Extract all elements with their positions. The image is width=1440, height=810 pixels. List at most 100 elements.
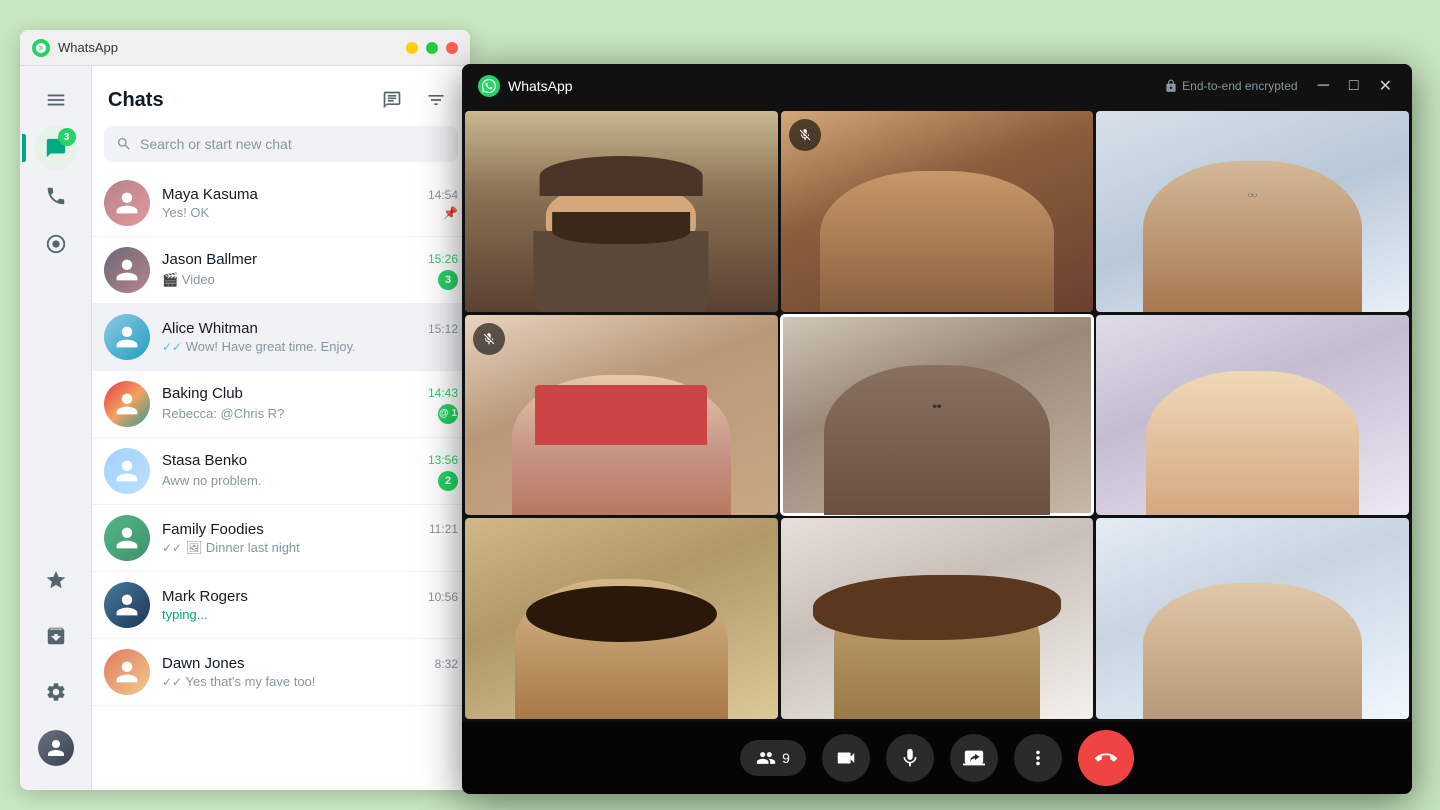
chat-list: Maya Kasuma 14:54 Yes! OK 📌 Jason Ball — [92, 170, 470, 790]
chat-info-dawn: Dawn Jones 8:32 ✓✓ Yes that's my fave to… — [162, 655, 458, 689]
more-options-button[interactable] — [1014, 734, 1062, 782]
maximize-dot[interactable] — [426, 42, 438, 54]
chat-time-family: 11:21 — [429, 522, 458, 536]
video-grid: 👓 🕶 — [462, 108, 1412, 722]
chat-time-baking: 14:43 — [428, 386, 458, 400]
chat-info-mark: Mark Rogers 10:56 typing... — [162, 588, 458, 622]
chat-preview-family: ✓✓ 🖼 Dinner last night — [162, 540, 458, 556]
chat-item-dawn[interactable]: Dawn Jones 8:32 ✓✓ Yes that's my fave to… — [92, 639, 470, 706]
unread-badge-baking: @ 1 — [438, 404, 458, 424]
chat-item-stasa[interactable]: Stasa Benko 13:56 Aww no problem. 2 — [92, 438, 470, 505]
chat-item-alice[interactable]: Alice Whitman 15:12 ✓✓ Wow! Have great t… — [92, 304, 470, 371]
sidebar: 3 — [20, 66, 92, 790]
unread-badge-jason: 3 — [438, 270, 458, 290]
video-cell-9 — [1096, 518, 1409, 719]
chat-info-stasa: Stasa Benko 13:56 Aww no problem. 2 — [162, 452, 458, 491]
new-chat-button[interactable] — [374, 82, 410, 118]
screen-share-button[interactable] — [950, 734, 998, 782]
sidebar-item-starred[interactable] — [34, 558, 78, 602]
sidebar-item-calls[interactable] — [34, 174, 78, 218]
chat-name-maya: Maya Kasuma — [162, 186, 258, 203]
search-input[interactable] — [140, 136, 446, 152]
minimize-dot[interactable] — [406, 42, 418, 54]
participants-icon — [756, 748, 776, 768]
video-wa-logo — [478, 75, 500, 97]
sidebar-item-status[interactable] — [34, 222, 78, 266]
avatar-stasa — [104, 448, 150, 494]
video-cell-7 — [465, 518, 778, 719]
chat-item-family[interactable]: Family Foodies 11:21 ✓✓ 🖼 Dinner last ni… — [92, 505, 470, 572]
video-cell-8 — [781, 518, 1094, 719]
mic-off-badge-2 — [789, 119, 821, 151]
chat-preview-baking: Rebecca: @Chris R? — [162, 406, 432, 421]
unread-badge-stasa: 2 — [438, 471, 458, 491]
end-call-button[interactable] — [1078, 730, 1134, 786]
video-cell-5: 🕶 — [781, 315, 1094, 516]
chats-header: Chats — [92, 66, 470, 126]
sidebar-item-archived[interactable] — [34, 614, 78, 658]
user-avatar-sidebar[interactable] — [34, 726, 78, 770]
avatar-jason — [104, 247, 150, 293]
video-maximize-btn[interactable]: □ — [1345, 76, 1363, 96]
chats-panel: Chats Maya Kasum — [92, 66, 470, 790]
chats-title: Chats — [108, 89, 164, 112]
mic-toggle-button[interactable] — [886, 734, 934, 782]
video-close-btn[interactable]: ✕ — [1375, 76, 1396, 96]
video-icon — [835, 747, 857, 769]
video-cell-4 — [465, 315, 778, 516]
chat-item-maya[interactable]: Maya Kasuma 14:54 Yes! OK 📌 — [92, 170, 470, 237]
chat-name-mark: Mark Rogers — [162, 588, 248, 605]
video-cell-3: 👓 — [1096, 111, 1409, 312]
video-cell-6 — [1096, 315, 1409, 516]
chat-item-baking[interactable]: Baking Club 14:43 Rebecca: @Chris R? @ 1 — [92, 371, 470, 438]
chat-info-maya: Maya Kasuma 14:54 Yes! OK 📌 — [162, 186, 458, 220]
video-app-title: WhatsApp — [508, 78, 1164, 94]
video-controls-bar: 9 — [462, 722, 1412, 794]
chat-item-mark[interactable]: Mark Rogers 10:56 typing... — [92, 572, 470, 639]
encryption-text: End-to-end encrypted — [1182, 79, 1297, 93]
sidebar-menu-btn[interactable] — [34, 78, 78, 122]
chat-time-stasa: 13:56 — [428, 453, 458, 467]
video-cell-1 — [465, 111, 778, 312]
chat-info-jason: Jason Ballmer 15:26 🎬 Video 3 — [162, 251, 458, 290]
mic-icon — [899, 747, 921, 769]
chat-preview-dawn: ✓✓ Yes that's my fave too! — [162, 674, 458, 689]
chat-name-family: Family Foodies — [162, 521, 264, 538]
chat-info-family: Family Foodies 11:21 ✓✓ 🖼 Dinner last ni… — [162, 521, 458, 556]
chat-time-jason: 15:26 — [428, 252, 458, 266]
avatar-alice — [104, 314, 150, 360]
participants-button[interactable]: 9 — [740, 740, 806, 776]
pin-icon-maya: 📌 — [443, 206, 458, 220]
chat-name-alice: Alice Whitman — [162, 320, 258, 337]
chat-info-baking: Baking Club 14:43 Rebecca: @Chris R? @ 1 — [162, 385, 458, 424]
avatar-maya — [104, 180, 150, 226]
filter-button[interactable] — [418, 82, 454, 118]
search-bar — [104, 126, 458, 162]
chat-preview-alice: ✓✓ Wow! Have great time. Enjoy. — [162, 339, 458, 354]
close-dot[interactable] — [446, 42, 458, 54]
video-toggle-button[interactable] — [822, 734, 870, 782]
chat-preview-jason: 🎬 Video — [162, 272, 432, 288]
screen-share-icon — [963, 747, 985, 769]
more-icon — [1027, 747, 1049, 769]
chat-time-dawn: 8:32 — [435, 657, 458, 671]
mic-off-badge-4 — [473, 323, 505, 355]
chat-time-alice: 15:12 — [428, 322, 458, 336]
chat-name-stasa: Stasa Benko — [162, 452, 247, 469]
bg-logo — [32, 39, 50, 57]
participants-count: 9 — [782, 750, 790, 766]
avatar-mark — [104, 582, 150, 628]
chat-name-dawn: Dawn Jones — [162, 655, 245, 672]
sidebar-bottom — [34, 558, 78, 790]
search-icon — [116, 136, 132, 152]
video-minimize-btn[interactable]: ─ — [1314, 76, 1333, 96]
video-win-controls: ─ □ ✕ — [1314, 76, 1396, 96]
chats-badge: 3 — [58, 128, 76, 146]
video-call-window: WhatsApp End-to-end encrypted ─ □ ✕ — [462, 64, 1412, 794]
chat-item-jason[interactable]: Jason Ballmer 15:26 🎬 Video 3 — [92, 237, 470, 304]
encryption-label: End-to-end encrypted — [1164, 79, 1297, 93]
sidebar-item-settings[interactable] — [34, 670, 78, 714]
chat-info-alice: Alice Whitman 15:12 ✓✓ Wow! Have great t… — [162, 320, 458, 354]
chat-preview-stasa: Aww no problem. — [162, 473, 432, 488]
sidebar-item-chats[interactable]: 3 — [34, 126, 78, 170]
